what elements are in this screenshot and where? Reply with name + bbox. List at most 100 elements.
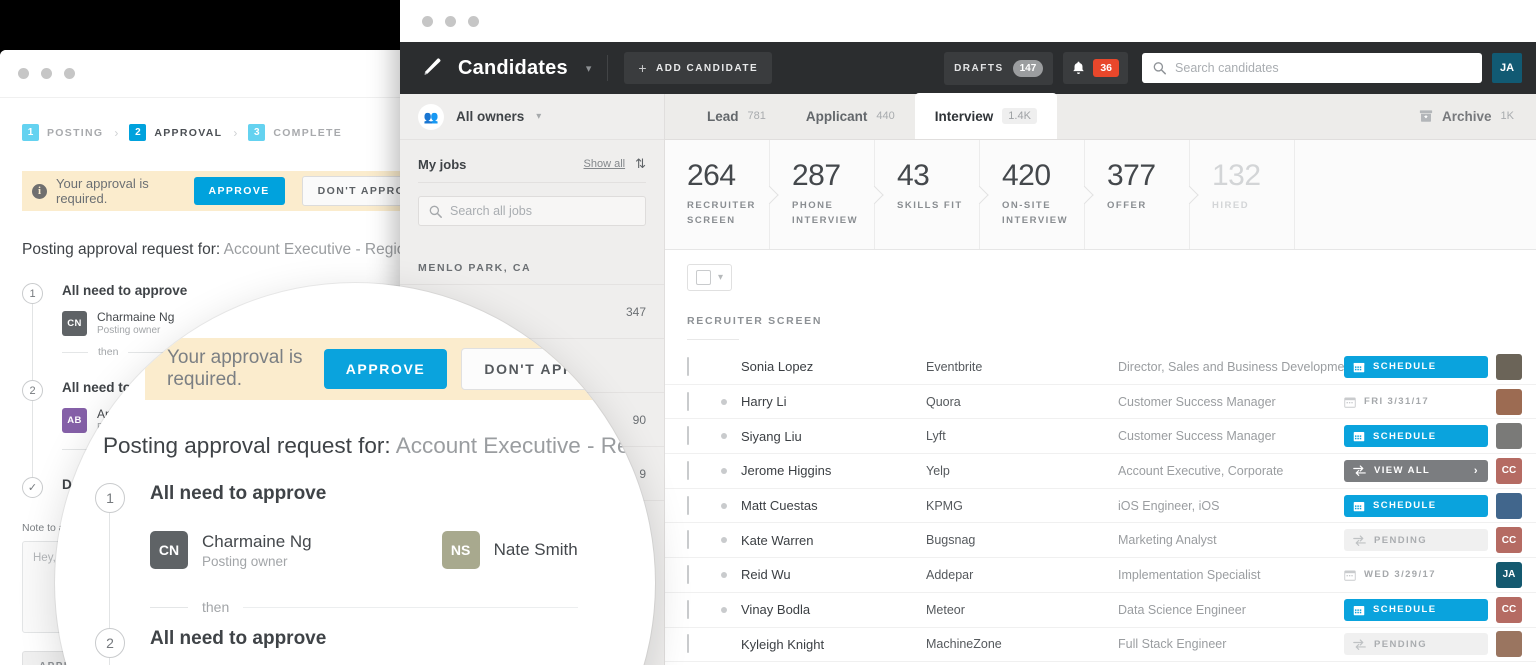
- row-checkbox[interactable]: [687, 495, 689, 515]
- user-avatar[interactable]: JA: [1492, 53, 1522, 83]
- divider: [418, 182, 646, 183]
- pipeline-stage-phone-interview[interactable]: 287 PHONE INTERVIEW: [770, 140, 884, 249]
- row-checkbox[interactable]: [687, 564, 689, 584]
- show-all-link[interactable]: Show all: [584, 158, 626, 170]
- window-maximize-button[interactable]: [64, 68, 75, 79]
- window-close-button[interactable]: [18, 68, 29, 79]
- row-checkbox[interactable]: [687, 634, 689, 654]
- row-checkbox[interactable]: [687, 530, 689, 550]
- schedule-button[interactable]: SCHEDULE: [1344, 355, 1488, 378]
- window-maximize-button[interactable]: [468, 15, 479, 27]
- row-action-cell: SCHEDULE: [1344, 494, 1496, 517]
- job-search-placeholder: Search all jobs: [450, 204, 532, 218]
- tab-label: Lead: [707, 108, 739, 124]
- notifications-button[interactable]: 36: [1063, 51, 1128, 85]
- table-row[interactable]: Vinay Bodla Meteor Data Science Engineer…: [665, 593, 1536, 628]
- schedule-button[interactable]: SCHEDULE: [1344, 425, 1488, 448]
- window-minimize-button[interactable]: [445, 15, 456, 27]
- table-row[interactable]: Reid Wu Addepar Implementation Specialis…: [665, 558, 1536, 593]
- breadcrumb-step-complete[interactable]: 3 COMPLETE: [248, 124, 342, 141]
- row-avatar-cell: [1496, 388, 1536, 415]
- candidate-title: iOS Engineer, iOS: [1118, 498, 1220, 513]
- interview-date: WED 3/29/17: [1344, 564, 1488, 586]
- pipeline-stage-recruiter-screen[interactable]: 264 RECRUITER SCREEN: [665, 140, 779, 249]
- step-number: 3: [248, 124, 266, 141]
- search-bar[interactable]: [1142, 53, 1482, 83]
- all-owners-selector[interactable]: 👥 All owners ▾: [400, 94, 664, 140]
- lens-stage-1: 1 All need to approve CN Charmaine Ng Po…: [95, 483, 578, 658]
- status-dot-icon: [721, 537, 727, 544]
- table-row[interactable]: Kyleigh Knight MachineZone Full Stack En…: [665, 628, 1536, 663]
- row-checkbox[interactable]: [687, 460, 689, 480]
- action-label: PENDING: [1374, 638, 1428, 650]
- sort-icon[interactable]: ⇅: [635, 156, 646, 172]
- table-row[interactable]: Jerome Higgins Yelp Account Executive, C…: [665, 454, 1536, 489]
- divider: [687, 339, 739, 340]
- row-checkbox[interactable]: [687, 391, 689, 411]
- window-minimize-button[interactable]: [41, 68, 52, 79]
- pipeline-stage-skills-fit[interactable]: 43 SKILLS FIT: [875, 140, 989, 249]
- lens-approve-button[interactable]: APPROVE: [323, 349, 448, 389]
- status-dot-icon: [721, 571, 727, 578]
- table-row[interactable]: Harry Li Quora Customer Success Manager …: [665, 385, 1536, 420]
- archive-button[interactable]: Archive 1K: [1397, 93, 1536, 139]
- list-section-header: RECRUITER SCREEN: [687, 315, 823, 327]
- calendar-icon: [1344, 397, 1356, 408]
- status-dot-icon: [721, 433, 727, 440]
- candidate-name: Siyang Liu: [741, 428, 802, 444]
- candidate-title: Customer Success Manager: [1118, 394, 1276, 409]
- status-dot-cell: [721, 398, 741, 405]
- lens-stage-heading: All need to approve: [150, 628, 327, 649]
- avatar: CC: [1496, 527, 1522, 554]
- action-label: SCHEDULE: [1373, 604, 1437, 616]
- schedule-button[interactable]: SCHEDULE: [1344, 494, 1488, 517]
- pipeline-stage-on-site-interview[interactable]: 420 ON-SITE INTERVIEW: [980, 140, 1094, 249]
- chevron-right-icon: ›: [114, 125, 119, 140]
- tab-interview[interactable]: Interview 1.4K: [914, 93, 1057, 139]
- add-candidate-button[interactable]: + ADD CANDIDATE: [624, 52, 773, 84]
- chevron-down-icon[interactable]: ▾: [586, 62, 592, 75]
- status-dot-cell: [721, 537, 741, 544]
- lens-dont-approve-button[interactable]: DON'T APPROVE: [461, 348, 643, 390]
- table-row[interactable]: Sonia Lopez Eventbrite Director, Sales a…: [665, 350, 1536, 385]
- tab-applicant[interactable]: Applicant 440: [786, 93, 915, 139]
- drafts-button[interactable]: DRAFTS 147: [944, 51, 1054, 85]
- breadcrumb-step-posting[interactable]: 1 POSTING: [22, 124, 103, 141]
- row-checkbox-cell: [687, 391, 721, 411]
- view-all-button[interactable]: VIEW ALL ›: [1344, 459, 1488, 482]
- table-row[interactable]: Matt Cuestas KPMG iOS Engineer, iOS SCHE…: [665, 489, 1536, 524]
- stage-count: 377: [1107, 159, 1156, 192]
- pipeline-stage-hired[interactable]: 132 HIRED: [1190, 140, 1295, 249]
- row-avatar-cell: [1496, 423, 1536, 450]
- drafts-count-badge: 147: [1012, 59, 1044, 77]
- stage-label: HIRED: [1212, 199, 1250, 211]
- row-checkbox-cell: [687, 599, 721, 619]
- lens-approval-banner: Your approval is required. APPROVE DON'T…: [145, 338, 655, 400]
- row-checkbox[interactable]: [687, 426, 689, 446]
- row-checkbox[interactable]: [687, 599, 689, 619]
- table-row[interactable]: Kate Warren Bugsnag Marketing Analyst PE…: [665, 523, 1536, 559]
- tab-lead[interactable]: Lead 781: [687, 93, 786, 139]
- stage-label: ON-SITE INTERVIEW: [1002, 199, 1069, 226]
- lens-stage-2: 2 All need to approve: [95, 628, 327, 665]
- select-all-checkbox[interactable]: [696, 270, 711, 285]
- table-row[interactable]: Siyang Liu Lyft Customer Success Manager…: [665, 419, 1536, 455]
- swap-icon: [1353, 465, 1366, 477]
- window-close-button[interactable]: [422, 15, 433, 27]
- schedule-button[interactable]: SCHEDULE: [1344, 598, 1488, 621]
- screenshot-stage: 1 POSTING › 2 APPROVAL › 3 COMPLETE i Yo…: [0, 0, 1536, 665]
- row-checkbox[interactable]: [687, 356, 689, 376]
- breadcrumb-step-approval[interactable]: 2 APPROVAL: [129, 124, 222, 141]
- candidate-title: Account Executive, Corporate: [1118, 463, 1284, 478]
- swap-icon: [1353, 639, 1366, 650]
- row-checkbox-cell: [687, 634, 721, 654]
- pipeline-stage-offer[interactable]: 377 OFFER: [1085, 140, 1199, 249]
- pipeline-tail: [1295, 140, 1536, 249]
- search-input[interactable]: [1175, 61, 1471, 75]
- avatar: CC: [1496, 457, 1522, 484]
- lens-approver: CN Charmaine Ng Posting owner: [150, 531, 312, 569]
- approve-button[interactable]: APPROVE: [193, 177, 285, 205]
- job-search-field[interactable]: Search all jobs: [418, 196, 646, 226]
- select-all-dropdown[interactable]: ▾: [687, 264, 733, 291]
- request-prefix: Posting approval request for:: [22, 241, 221, 258]
